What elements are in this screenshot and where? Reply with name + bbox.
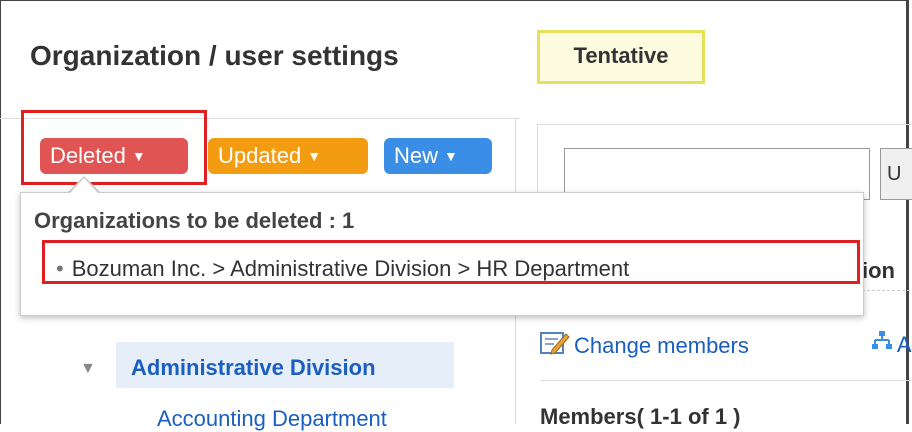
caret-down-icon: ▼ [444,148,458,164]
item-highlight-box [42,240,860,284]
new-filter-button[interactable]: New ▼ [384,138,492,174]
deleted-highlight-box [21,110,207,185]
members-divider [540,380,912,381]
caret-down-icon: ▼ [307,148,322,164]
change-members-label: Change members [574,333,749,358]
org-tree-icon [872,331,897,357]
tentative-label: Tentative [573,42,669,68]
updated-filter-button[interactable]: Updated ▼ [208,138,368,174]
search-button[interactable]: U [880,148,912,200]
edit-icon [540,330,570,362]
change-members-link[interactable]: Change members [540,330,749,362]
updated-filter-label: Updated [218,143,302,168]
collapse-arrow-icon[interactable]: ▼ [80,360,96,378]
new-filter-label: New [394,143,439,168]
popup-arrow-fill [70,178,98,193]
members-heading: Members( 1-1 of 1 ) [540,404,741,429]
add-link-label: A [896,332,912,357]
add-link[interactable]: A [872,330,912,358]
page-title: Organization / user settings [30,40,399,71]
section-heading-clipped: ion [862,258,895,283]
tree-item-label[interactable]: Administrative Division [131,355,376,381]
tentative-badge: Tentative [537,30,705,84]
dashed-divider [862,290,910,291]
tree-item-child[interactable]: Accounting Department [157,406,387,432]
popup-heading: Organizations to be deleted : 1 [34,208,355,233]
